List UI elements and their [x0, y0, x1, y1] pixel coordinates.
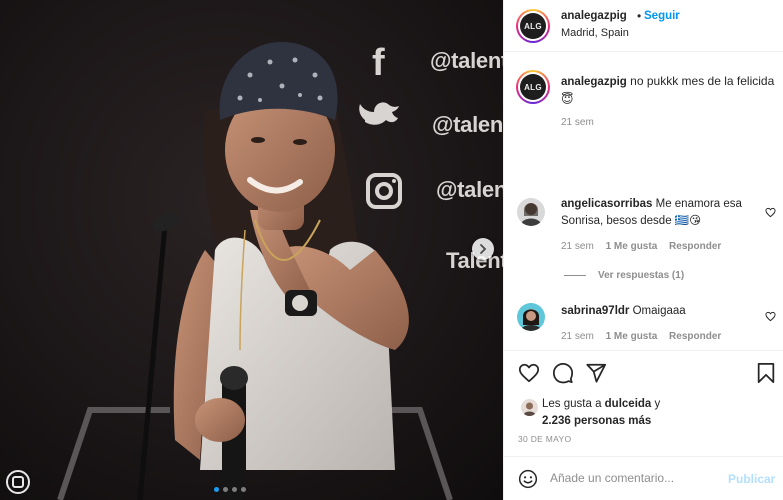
carousel-dot [232, 487, 237, 492]
carousel-dot [214, 487, 219, 492]
post-location[interactable]: Madrid, Spain [561, 27, 629, 39]
author-avatar[interactable]: ALG [516, 9, 550, 43]
comment-username[interactable]: sabrina97ldr [561, 305, 629, 317]
instagram-corner-icon [6, 470, 30, 494]
post-date[interactable]: 30 DE MAYO [518, 434, 571, 444]
backdrop-handle-1: @talent [430, 48, 503, 73]
caption-timestamp[interactable]: 21 sem [561, 117, 594, 128]
post-action-bar [504, 350, 783, 395]
carousel-indicator [214, 487, 246, 492]
comment-meta: 21 sem 1 Me gusta Responder [561, 241, 730, 252]
commenter-avatar[interactable] [517, 303, 545, 331]
caption-username[interactable]: analegazpig [561, 76, 627, 88]
comment-composer: Publicar [504, 456, 783, 500]
likes-prefix: Les gusta a [542, 398, 605, 410]
comment-username[interactable]: angelicasorribas [561, 198, 652, 210]
share-paper-plane-icon[interactable] [585, 362, 607, 384]
emoji-smiley-icon[interactable] [518, 469, 538, 489]
author-avatar-initials: ALG [520, 13, 546, 39]
follow-button[interactable]: Seguir [644, 10, 680, 22]
comment-meta: 21 sem 1 Me gusta Responder [561, 331, 730, 342]
post-side-panel: ALG analegazpig • Seguir Madrid, Spain A… [503, 0, 783, 500]
post-photo[interactable]: f @talent @talent @talent Talent [0, 0, 503, 500]
likes-others-count[interactable]: 2.236 personas más [542, 415, 651, 427]
author-username[interactable]: analegazpig [561, 10, 627, 22]
post-header: ALG analegazpig • Seguir Madrid, Spain [504, 0, 783, 52]
comment-bubble-icon[interactable] [552, 362, 574, 384]
save-bookmark-icon[interactable] [756, 362, 776, 384]
comment-like-heart-icon[interactable] [765, 311, 776, 322]
liker-username[interactable]: dulceida [605, 398, 652, 410]
likes-text: Les gusta a dulceida y 2.236 personas má… [542, 396, 660, 430]
caption-avatar-initials: ALG [520, 74, 546, 100]
comment-like-heart-icon[interactable] [765, 207, 776, 218]
like-heart-icon[interactable] [518, 362, 540, 384]
caption-author-avatar[interactable]: ALG [516, 70, 550, 104]
view-replies-label: Ver respuestas (1) [598, 270, 685, 281]
post-comment-button[interactable]: Publicar [728, 472, 775, 486]
likes-joiner: y [651, 398, 661, 410]
liker-avatar[interactable] [521, 399, 538, 416]
carousel-dot [223, 487, 228, 492]
carousel-dot [241, 487, 246, 492]
backdrop-handle-2: @talent [432, 112, 503, 137]
comment-text-block: angelicasorribas Me enamora esa Sonrisa,… [561, 196, 759, 230]
comment-like-count[interactable]: 1 Me gusta [606, 331, 658, 342]
svg-text:f: f [372, 42, 385, 84]
comment-input[interactable] [550, 471, 720, 485]
commenter-avatar[interactable] [517, 198, 545, 226]
comment-reply-button[interactable]: Responder [669, 241, 721, 252]
chevron-right-icon [480, 244, 487, 254]
comment-text-block: sabrina97ldr Omaigaaa [561, 303, 759, 320]
replies-divider-line [564, 275, 586, 276]
comment-timestamp[interactable]: 21 sem [561, 241, 594, 252]
comment-like-count[interactable]: 1 Me gusta [606, 241, 658, 252]
backdrop-handle-3: @talent [436, 177, 503, 202]
carousel-next-button[interactable] [472, 238, 494, 260]
caption-text-block: analegazpig no pukkk mes de la felicida … [561, 73, 776, 108]
view-replies-toggle[interactable]: Ver respuestas (1) [564, 270, 684, 281]
comment-timestamp[interactable]: 21 sem [561, 331, 594, 342]
separator-bullet: • [637, 9, 642, 23]
comment-body: Omaigaaa [632, 305, 686, 317]
comment-reply-button[interactable]: Responder [669, 331, 721, 342]
photo-scene: f [0, 0, 503, 500]
